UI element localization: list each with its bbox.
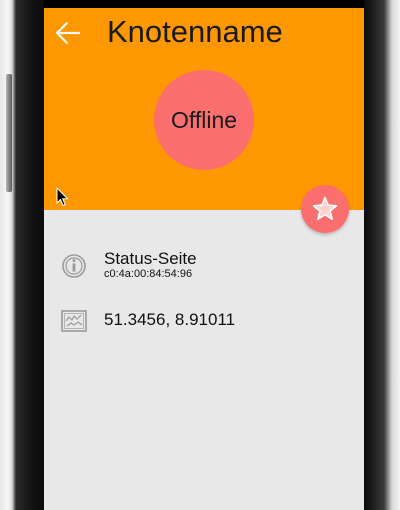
page-title: Knotenname — [107, 14, 283, 49]
info-icon — [60, 252, 88, 280]
mouse-pointer-icon — [56, 186, 70, 207]
status-badge: Offline — [154, 70, 254, 170]
coordinates-value: 51.3456, 8.91011 — [104, 310, 236, 329]
favorite-button[interactable] — [301, 185, 349, 233]
arrow-back-icon[interactable] — [54, 20, 82, 46]
status-label: Offline — [170, 106, 238, 133]
mac-address: c0:4a:00:84:54:96 — [104, 268, 193, 280]
coordinates-row[interactable]: 51.3456, 8.91011 — [44, 302, 364, 342]
status-bar — [44, 0, 364, 8]
status-page-label: Status-Seite — [104, 249, 197, 268]
device-frame: Knotenname Offline Status-Seite c0:4a:00… — [0, 0, 400, 510]
app-screen: Knotenname Offline Status-Seite c0:4a:00… — [44, 0, 364, 510]
side-key — [6, 74, 12, 192]
map-icon — [60, 307, 88, 335]
star-icon — [312, 196, 338, 220]
node-header: Knotenname Offline — [44, 8, 364, 210]
status-page-row[interactable]: Status-Seite c0:4a:00:84:54:96 — [44, 246, 364, 286]
